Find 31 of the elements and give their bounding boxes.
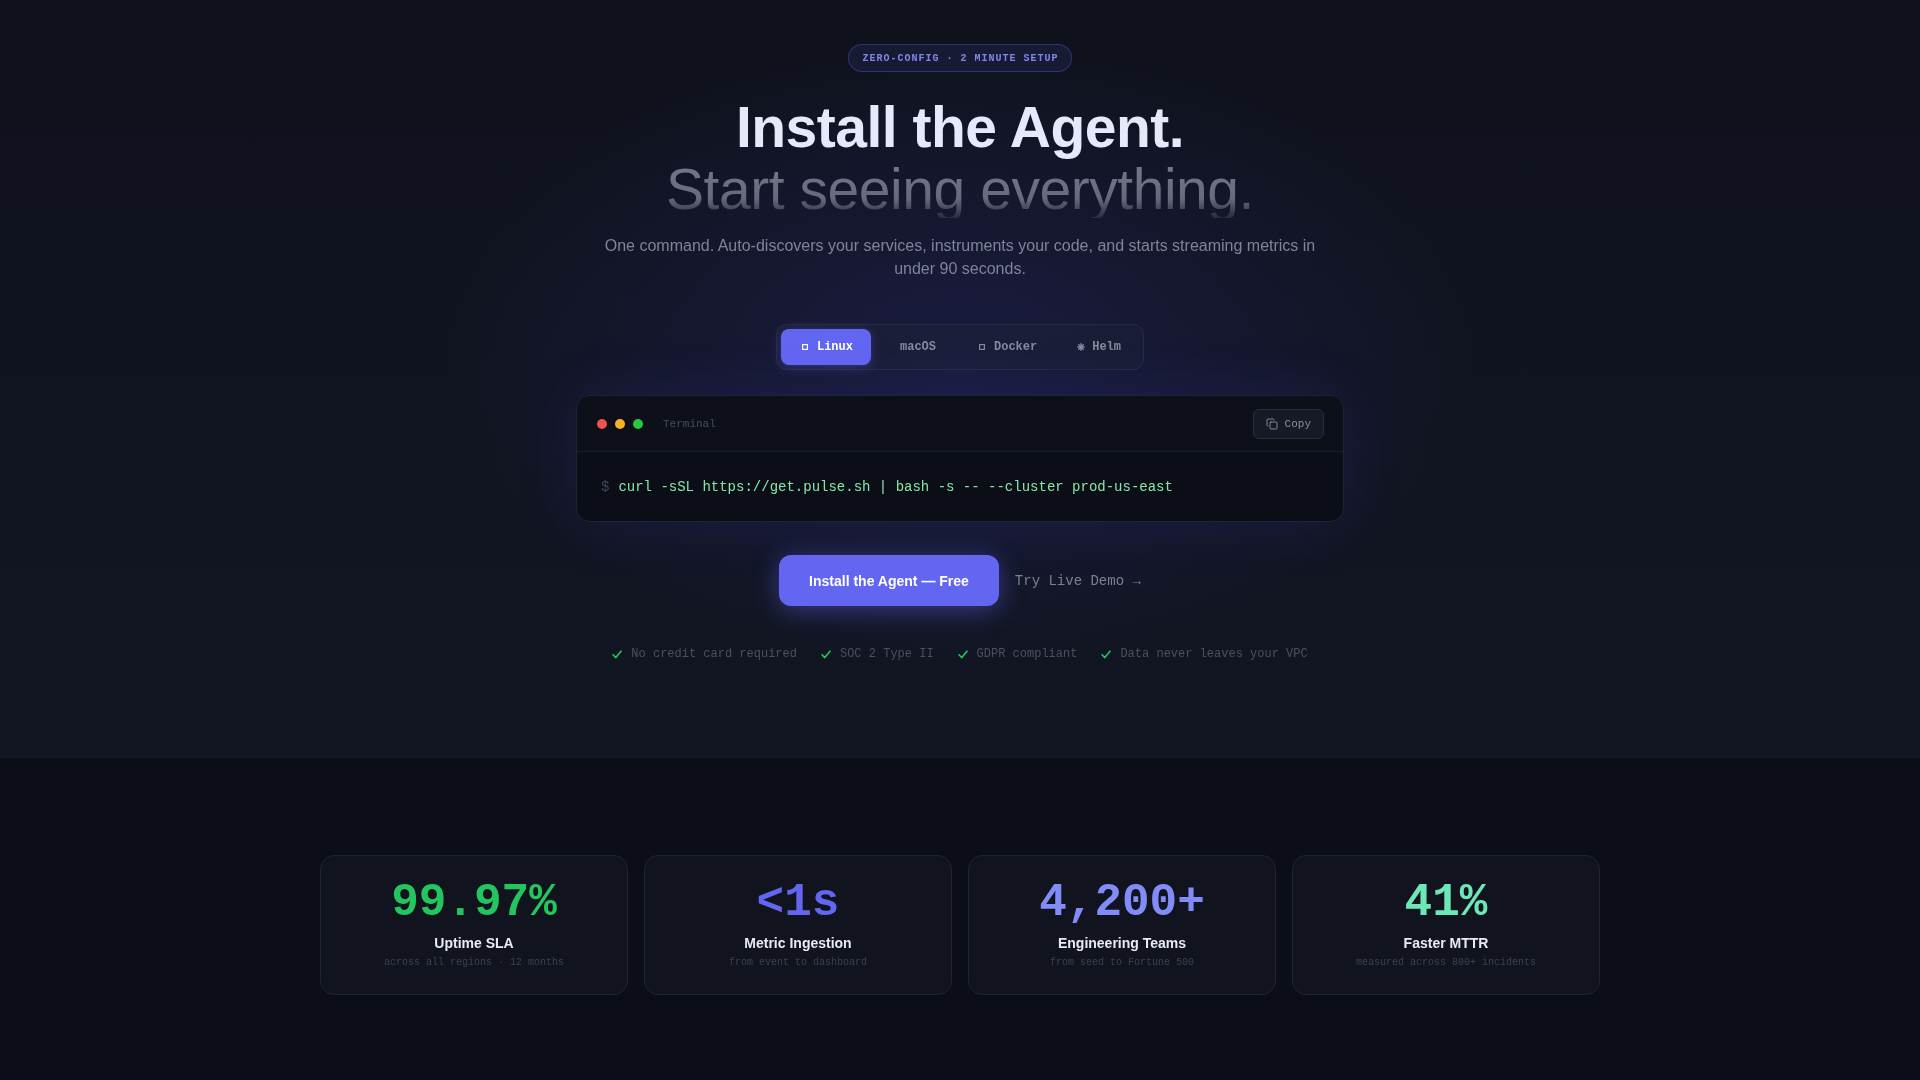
assurance-text: Data never leaves your VPC xyxy=(1120,646,1308,662)
stat-label: Uptime SLA xyxy=(434,934,514,953)
window-controls-icon xyxy=(597,418,643,429)
check-icon xyxy=(957,649,968,659)
assurance-text: GDPR compliant xyxy=(976,646,1078,662)
live-demo-link[interactable]: Try Live Demo → xyxy=(1014,572,1141,589)
platform-tab[interactable]: Docker xyxy=(958,329,1056,365)
assurance-text: SOC 2 Type II xyxy=(839,646,934,662)
stat-label: Engineering Teams xyxy=(1057,934,1187,953)
stat-value: 99.97% xyxy=(391,880,557,926)
hero-description: One command. Auto-discovers your services, instruments your code, and starts streaming metrics in under 90 seconds. xyxy=(603,236,1317,279)
check-icon xyxy=(612,649,623,659)
platform-tab[interactable]: macOS xyxy=(875,329,954,365)
install-button[interactable]: Install the Agent — Free xyxy=(779,555,999,606)
terminal-title: Terminal xyxy=(663,417,716,430)
copy-button[interactable]: Copy xyxy=(1252,408,1324,439)
platform-tab[interactable]: Linux xyxy=(780,329,871,365)
check-icon xyxy=(820,649,831,659)
wheel-icon xyxy=(1077,343,1086,351)
copy-icon xyxy=(1265,417,1278,430)
stat-label: Metric Ingestion xyxy=(744,934,852,953)
assurance-text: No credit card required xyxy=(631,646,797,662)
platform-tab[interactable]: Helm xyxy=(1059,329,1140,365)
stat-value: 4,200+ xyxy=(1039,880,1205,926)
terminal-prompt: $ xyxy=(601,478,610,495)
check-icon xyxy=(1101,649,1112,659)
install-command: curl -sSL https://get.pulse.sh | bash -s -- --cluster prod-us-east xyxy=(618,478,1173,495)
hero-badge: ZERO-CONFIG · 2 MINUTE SETUP xyxy=(848,44,1072,72)
stat-value: <1s xyxy=(756,880,840,926)
stat-label: Faster MTTR xyxy=(1403,934,1489,953)
stat-value: 41% xyxy=(1404,880,1488,926)
